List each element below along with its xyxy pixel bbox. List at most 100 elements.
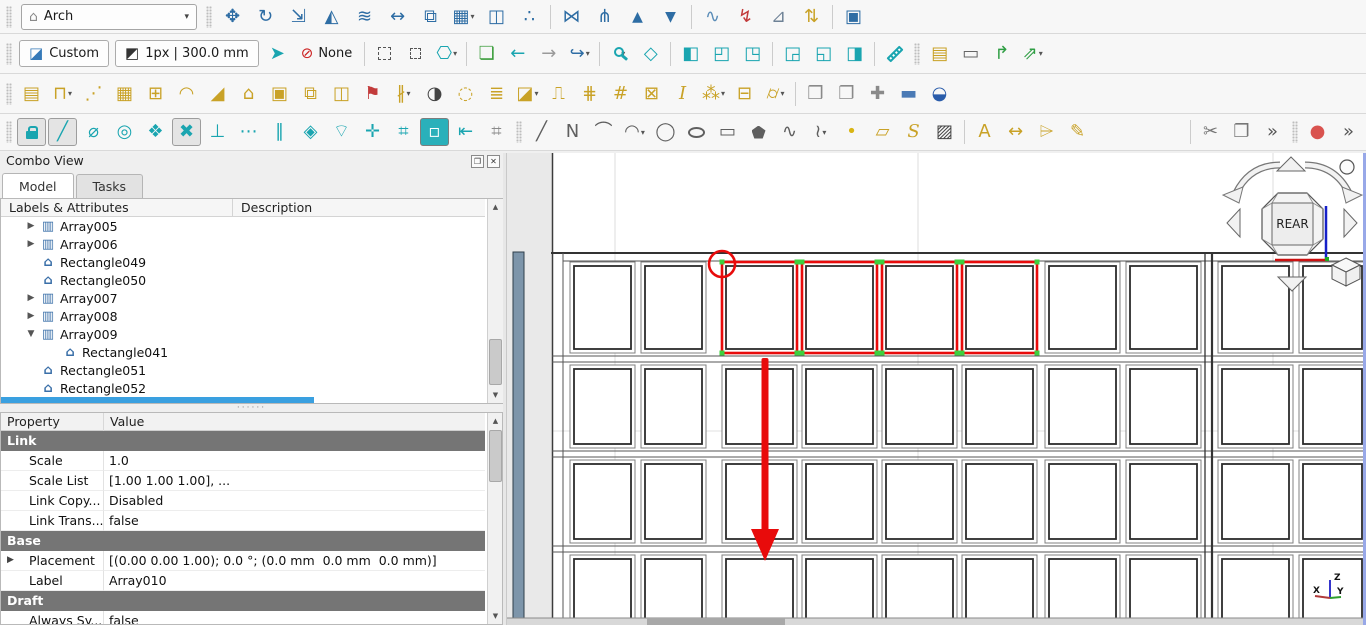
copy-icon[interactable]: ❐ (1227, 118, 1256, 146)
panel-icon[interactable]: ◪▾ (513, 80, 542, 108)
property-group-row[interactable]: Draft (1, 591, 485, 611)
toolbar-grip[interactable] (6, 6, 12, 28)
record-macro-icon[interactable]: ● (1303, 118, 1332, 146)
view-front-icon[interactable]: ◧ (676, 40, 705, 68)
stretch-icon[interactable]: ↔ (382, 4, 413, 30)
cut-plane-icon[interactable]: ❒ (801, 80, 830, 108)
toggle-grid-icon[interactable]: ⌗ (482, 118, 511, 146)
custom-style-button[interactable]: ◪Custom (19, 40, 109, 67)
text-icon[interactable]: A (970, 118, 999, 146)
toolbar-grip[interactable] (914, 43, 920, 65)
scroll-down-icon[interactable]: ▼ (488, 608, 503, 624)
join-icon[interactable]: ⋈ (556, 4, 587, 30)
property-value[interactable]: Array010 (104, 571, 485, 591)
property-value[interactable]: [1.00 1.00 1.00], ... (104, 471, 485, 491)
bspline-icon[interactable]: ∿ (775, 118, 804, 146)
profile-icon[interactable]: I (668, 80, 697, 108)
structure-icon[interactable]: ⊓▾ (48, 80, 77, 108)
nav-reset-circle-icon[interactable] (1340, 160, 1354, 174)
downgrade-icon[interactable]: ▼ (655, 4, 686, 30)
pipe-icon[interactable]: ⌭▾ (761, 80, 790, 108)
toolbar-overflow-icon[interactable]: » (1258, 118, 1287, 146)
property-row[interactable]: LabelArray010 (1, 571, 485, 591)
fillet-icon[interactable]: ⌒ (589, 118, 618, 146)
dropdown-arrow-icon[interactable]: ▾ (1039, 49, 1043, 58)
shape-2d-view-icon[interactable]: ▣ (838, 4, 869, 30)
property-group-row[interactable]: Link (1, 431, 485, 451)
property-row[interactable]: Scale List[1.00 1.00 1.00], ... (1, 471, 485, 491)
export-options-icon[interactable]: ⇗▾ (1018, 40, 1047, 68)
building-part-icon[interactable]: ⊞ (141, 80, 170, 108)
snap-dimensions-icon[interactable]: ⇤ (451, 118, 480, 146)
select-group-icon[interactable] (370, 40, 399, 68)
property-value[interactable]: [(0.00 0.00 1.00); 0.0 °; (0.0 mm 0.0 mm… (104, 551, 485, 571)
toolbar-grip[interactable] (6, 121, 12, 143)
circle-icon[interactable]: ◯ (651, 118, 680, 146)
snap-grid-icon[interactable]: ⌗ (389, 118, 418, 146)
tree-item[interactable]: ▶▥Array006 (1, 235, 485, 253)
curtain-wall-icon[interactable]: ▦ (110, 80, 139, 108)
scroll-up-icon[interactable]: ▲ (488, 199, 503, 215)
flip-icon[interactable]: ⇅ (796, 4, 827, 30)
scroll-down-icon[interactable]: ▼ (488, 387, 503, 403)
snap-ortho-icon[interactable]: ✛ (358, 118, 387, 146)
nav-back-icon[interactable]: ← (503, 40, 532, 68)
cut-line-icon[interactable]: ❐ (832, 80, 861, 108)
rectangle-icon[interactable]: ▭ (713, 118, 742, 146)
property-row[interactable]: Always Sy...false (1, 611, 485, 625)
nav-arrow-left-icon[interactable] (1227, 209, 1240, 237)
line-width-button[interactable]: ◩1px | 300.0 mm (115, 40, 259, 67)
array-icon[interactable]: ▦▾ (448, 4, 479, 30)
open-folder-icon[interactable]: ▭ (956, 40, 985, 68)
toolbar-overflow2-icon[interactable]: » (1334, 118, 1363, 146)
scale-icon[interactable]: ⇲ (283, 4, 314, 30)
view-right-icon[interactable]: ◳ (738, 40, 767, 68)
add-component-icon[interactable]: ✚ (863, 80, 892, 108)
scroll-up-icon[interactable]: ▲ (488, 413, 503, 429)
expander-icon[interactable]: ▼ (23, 329, 39, 339)
toolbar-grip[interactable] (6, 43, 12, 65)
snap-perpendicular-icon[interactable]: ⊥ (203, 118, 232, 146)
tree-scroll-thumb[interactable] (489, 339, 502, 385)
toolbar-grip[interactable] (206, 6, 212, 28)
building-icon[interactable]: ⌂ (234, 80, 263, 108)
property-scrollbar[interactable]: ▲ ▼ (487, 413, 503, 624)
tree-item[interactable]: ▼▥Array009 (1, 325, 485, 343)
truss-icon[interactable]: ⊠ (637, 80, 666, 108)
tab-tasks[interactable]: Tasks (76, 174, 144, 198)
tree-item[interactable]: ⌂Rectangle049 (1, 253, 485, 271)
property-value[interactable]: 1.0 (104, 451, 485, 471)
dropdown-arrow-icon[interactable]: ▾ (406, 89, 410, 98)
survey-icon[interactable]: ◒ (925, 80, 954, 108)
toolbar-grip[interactable] (1292, 121, 1298, 143)
toolbar-grip[interactable] (516, 121, 522, 143)
dropdown-arrow-icon[interactable]: ▾ (471, 12, 475, 21)
hatch-icon[interactable]: ▨ (930, 118, 959, 146)
box-selection-icon[interactable]: ❏ (472, 40, 501, 68)
dropdown-arrow-icon[interactable]: ▾ (822, 128, 826, 137)
facebinder-icon[interactable]: ▱ (868, 118, 897, 146)
stairs-icon[interactable]: ≣ (482, 80, 511, 108)
property-row[interactable]: Scale1.0 (1, 451, 485, 471)
nav-forward-icon[interactable]: → (534, 40, 563, 68)
sketch-to-draft-icon[interactable]: ↯ (730, 4, 761, 30)
export-icon[interactable]: ↱ (987, 40, 1016, 68)
schedule-icon[interactable]: ⊟ (730, 80, 759, 108)
path-array-icon[interactable]: ◫ (481, 4, 512, 30)
remove-component-icon[interactable]: ▬ (894, 80, 923, 108)
apply-style-icon[interactable]: ➤ (263, 40, 292, 68)
roof-icon[interactable]: ◢ (203, 80, 232, 108)
panel-float-icon[interactable]: ❐ (471, 155, 484, 168)
snap-center-icon[interactable]: ◎ (110, 118, 139, 146)
tree-item[interactable]: ⌂Rectangle050 (1, 271, 485, 289)
snap-extension-icon[interactable]: ⋯ (234, 118, 263, 146)
ellipse-icon[interactable] (682, 118, 711, 146)
dropdown-arrow-icon[interactable]: ▾ (453, 49, 457, 58)
tree-item[interactable]: ⌂Rectangle041 (1, 343, 485, 361)
dropdown-arrow-icon[interactable]: ▾ (721, 89, 725, 98)
tree-scrollbar[interactable]: ▲ ▼ (487, 199, 503, 403)
tree-item[interactable]: ⌂Rectangle052 (1, 379, 485, 397)
dropdown-arrow-icon[interactable]: ▾ (780, 89, 784, 98)
view-left-icon[interactable]: ◨ (840, 40, 869, 68)
slope-icon[interactable]: ⊿ (763, 4, 794, 30)
